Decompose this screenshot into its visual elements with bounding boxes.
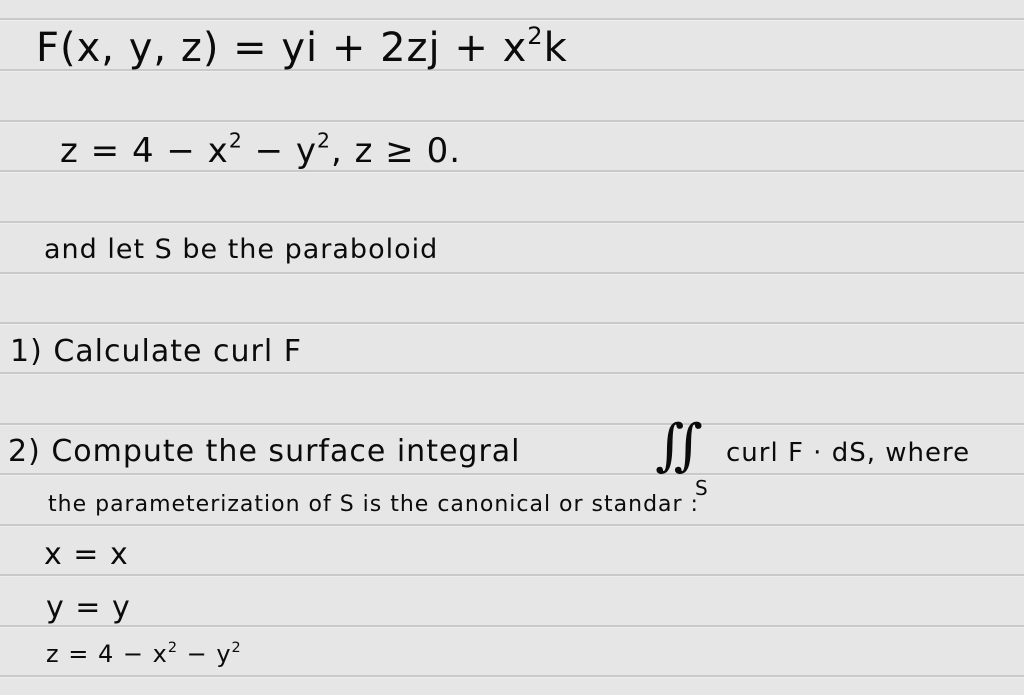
exponent: 2 <box>228 128 243 153</box>
exponent: 2 <box>527 22 544 51</box>
ruled-line <box>0 625 1024 628</box>
field-rhs-k: k <box>543 25 568 71</box>
equals-sign: = <box>233 25 268 71</box>
double-integral-symbol: ∬ <box>655 413 703 478</box>
param-z-prefix: z = 4 − x <box>46 640 168 668</box>
exponent: 2 <box>231 639 242 656</box>
task-2: 2) Compute the surface integral <box>8 434 521 469</box>
ruled-line <box>0 524 1024 527</box>
parameterization-y: y = y <box>46 590 131 625</box>
ruled-line <box>0 221 1024 224</box>
ruled-line <box>0 272 1024 275</box>
ruled-line <box>0 423 1024 426</box>
surface-equation: z = 4 − x2 − y2, z ≥ 0. <box>60 131 462 171</box>
parameterization-x: x = x <box>44 537 129 572</box>
task-2-integrand: curl F · dS, where <box>726 438 971 468</box>
notebook-page: F(x, y, z) = yi + 2zj + x2k z = 4 − x2 −… <box>0 0 1024 695</box>
param-z-mid: − y <box>177 640 232 668</box>
ruled-line <box>0 372 1024 375</box>
task-2-continued: the parameterization of S is the canonic… <box>48 492 699 517</box>
field-lhs: F(x, y, z) <box>36 25 220 71</box>
parameterization-z: z = 4 − x2 − y2 <box>46 639 242 668</box>
exponent: 2 <box>167 639 178 656</box>
ruled-line <box>0 18 1024 21</box>
ruled-line <box>0 675 1024 678</box>
field-rhs: yi + 2zj + x <box>281 25 528 71</box>
ruled-line <box>0 473 1024 476</box>
ruled-line <box>0 322 1024 325</box>
surface-eq-part2: − y <box>242 131 318 171</box>
surface-statement: and let S be the paraboloid <box>44 234 439 265</box>
task-1: 1) Calculate curl F <box>10 334 302 369</box>
ruled-line <box>0 120 1024 123</box>
vector-field-definition: F(x, y, z) = yi + 2zj + x2k <box>36 24 568 71</box>
surface-eq-part3: , z ≥ 0. <box>331 131 462 171</box>
surface-eq-part1: z = 4 − x <box>60 131 229 171</box>
ruled-line <box>0 574 1024 577</box>
exponent: 2 <box>317 128 332 153</box>
